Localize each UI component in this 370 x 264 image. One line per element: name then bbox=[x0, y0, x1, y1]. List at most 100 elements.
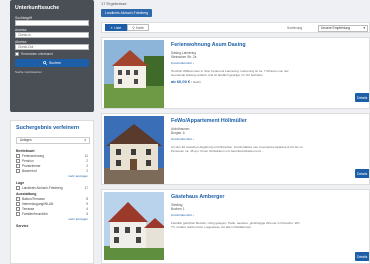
listing-location: Aichdhausen Burgstr. 6 bbox=[171, 127, 369, 135]
price-value: ab 60,00 € bbox=[171, 79, 191, 84]
filter-option-count: 17 bbox=[84, 185, 88, 190]
filter-option-label: Landkreis Aichach-Friedberg bbox=[22, 185, 63, 190]
filter-option-count: 2 bbox=[86, 168, 88, 173]
sort-dropdown[interactable]: Unsere Empfehlung ▾ bbox=[318, 24, 368, 32]
filter-groups: Betriebsart Ferienwohnung 11 Pension 2 Privat… bbox=[16, 149, 88, 228]
listing-photo[interactable] bbox=[104, 192, 164, 260]
search-panel: Unterkunftssuche Suchbegriff Anreise Che… bbox=[10, 0, 94, 112]
filter-sort-value: Anlegen bbox=[20, 138, 32, 142]
list-view-label: Liste bbox=[114, 25, 122, 30]
filter-checkbox[interactable] bbox=[16, 163, 20, 168]
map-view-button[interactable]: ⚲ Karte bbox=[127, 24, 149, 31]
listing-photo[interactable] bbox=[104, 40, 164, 108]
view-toggle: ≡ Liste ⚲ Karte bbox=[105, 24, 149, 31]
departure-input[interactable]: Check-Out bbox=[15, 44, 89, 50]
filter-option-label: Familienfreundlich bbox=[22, 211, 48, 216]
search-button-label: Suchen bbox=[48, 61, 62, 65]
card-body: Ferienwohnung Asum Dasing Dasing-Laimeri… bbox=[171, 42, 369, 84]
filter-option-label: Terrasse bbox=[22, 206, 35, 211]
flexible-dates-label: Reisedaten unbekannt bbox=[21, 52, 53, 56]
flexible-dates-checkbox[interactable] bbox=[15, 52, 19, 56]
filter-option[interactable]: Landkreis Aichach-Friedberg 17 bbox=[16, 185, 88, 190]
filter-option-count: 4 bbox=[86, 206, 88, 211]
sort-label: Sortierung bbox=[287, 26, 303, 30]
filter-option-label: Ferienwohnung bbox=[22, 153, 44, 158]
listing-address: Buchen 1 bbox=[171, 207, 185, 211]
filter-group-title: Service bbox=[16, 224, 29, 228]
listing-title[interactable]: Gästehaus Amberger bbox=[171, 194, 369, 200]
result-card[interactable]: FeWo/Appartement Höllmüller Aichdhausen … bbox=[101, 113, 370, 185]
filter-option[interactable]: Balkon/Terrasse 8 bbox=[16, 196, 88, 201]
filter-checkbox[interactable] bbox=[16, 206, 20, 211]
card-body: FeWo/Appartement Höllmüller Aichdhausen … bbox=[171, 118, 369, 153]
filter-option-count: 2 bbox=[86, 158, 88, 163]
listing-price: ab 60,00 € / Nacht bbox=[171, 79, 369, 84]
filter-panel: Suchergebnis verfeinern Anlegen ▾ Betrie… bbox=[10, 120, 94, 264]
filter-sort-select[interactable]: Anlegen ▾ bbox=[16, 137, 90, 144]
filter-option[interactable]: Privatzimmer 2 bbox=[16, 163, 88, 168]
chevron-down-icon: ▾ bbox=[363, 25, 365, 30]
filter-option[interactable]: Terrasse 4 bbox=[16, 206, 88, 211]
listing-comfort-link[interactable]: Komfortkomfort › bbox=[171, 213, 369, 217]
map-pin-icon: ⚲ bbox=[132, 25, 135, 30]
filter-checkbox[interactable] bbox=[16, 185, 20, 190]
chevron-down-icon: ▾ bbox=[84, 138, 86, 142]
result-card[interactable]: Gästehaus Amberger Sielding Buchen 1 Kom… bbox=[101, 189, 370, 264]
details-button[interactable]: Details bbox=[355, 252, 369, 261]
filter-option[interactable]: Bauernhof 2 bbox=[16, 168, 88, 173]
active-filter-chip[interactable]: Landkreis Aichach-Friedberg bbox=[101, 9, 153, 17]
listing-location: Dasing-Laimering Steinacher Str. 2a bbox=[171, 51, 369, 59]
filter-option[interactable]: Pension 2 bbox=[16, 158, 88, 163]
filter-option-label: Internetzugang/WLAN bbox=[22, 201, 54, 206]
flexible-dates-row[interactable]: Reisedaten unbekannt bbox=[15, 52, 89, 56]
card-body: Gästehaus Amberger Sielding Buchen 1 Kom… bbox=[171, 194, 369, 229]
details-button[interactable]: Details bbox=[355, 93, 369, 102]
listing-description: Familiär geführter Betrieb, ruhig gelege… bbox=[171, 221, 369, 229]
listing-description-line: TV. Großer Garten bzw. Liegewiese mit al… bbox=[171, 225, 252, 229]
listing-address: Steinacher Str. 2a bbox=[171, 55, 197, 59]
filter-option-label: Privatzimmer bbox=[22, 163, 41, 168]
result-card[interactable]: Ferienwohnung Asum Dasing Dasing-Laimeri… bbox=[101, 37, 370, 109]
list-icon: ≡ bbox=[110, 25, 113, 30]
page: Unterkunftssuche Suchbegriff Anreise Che… bbox=[0, 0, 370, 264]
listing-address: Burgstr. 6 bbox=[171, 131, 185, 135]
listing-description-line: Gemeinde Dasing entfernt und ist landlic… bbox=[171, 73, 263, 77]
listing-description: Herzlich Willkommen in Ihrer Ferienunt L… bbox=[171, 69, 369, 77]
reset-search-link[interactable]: Suche zurücksetzen bbox=[15, 70, 89, 74]
filter-option-count: 8 bbox=[86, 196, 88, 201]
listing-photo[interactable] bbox=[104, 116, 164, 184]
filter-checkbox[interactable] bbox=[16, 196, 20, 201]
view-toolbar: ≡ Liste ⚲ Karte Sortierung Unsere Empfeh… bbox=[101, 22, 370, 33]
filter-option-count: 11 bbox=[84, 153, 88, 158]
filter-option-count: 9 bbox=[86, 201, 88, 206]
listing-comfort-link[interactable]: Komfortkomfort › bbox=[171, 137, 369, 141]
map-view-label: Karte bbox=[136, 25, 144, 30]
filter-option[interactable]: Ferienwohnung 11 bbox=[16, 153, 88, 158]
filter-checkbox[interactable] bbox=[16, 201, 20, 206]
filter-checkbox[interactable] bbox=[16, 158, 20, 163]
filter-option[interactable]: Familienfreundlich 5 bbox=[16, 211, 88, 216]
listing-title[interactable]: Ferienwohnung Asum Dasing bbox=[171, 42, 369, 48]
listing-description: An den 40 zwischen Augsburg und München.… bbox=[171, 145, 369, 153]
details-button[interactable]: Details bbox=[355, 169, 369, 178]
search-button[interactable]: Suchen bbox=[15, 59, 89, 67]
filter-checkbox[interactable] bbox=[16, 168, 20, 173]
list-view-button[interactable]: ≡ Liste bbox=[105, 24, 127, 31]
listing-comfort-link[interactable]: Komfortkomfort › bbox=[171, 61, 369, 65]
filter-option-label: Balkon/Terrasse bbox=[22, 196, 45, 201]
show-more-link[interactable]: mehr anzeigen bbox=[16, 174, 88, 178]
filter-checkbox[interactable] bbox=[16, 153, 20, 158]
listing-description-line: Personen ca. 45 qm. Ihnen Schlafraum mit… bbox=[171, 149, 265, 153]
sort-value: Unsere Empfehlung bbox=[321, 25, 351, 30]
filter-option[interactable]: Internetzugang/WLAN 9 bbox=[16, 201, 88, 206]
listing-location: Sielding Buchen 1 bbox=[171, 203, 369, 211]
show-more-link[interactable]: mehr anzeigen bbox=[16, 217, 88, 221]
filter-option-count: 5 bbox=[86, 211, 88, 216]
result-count: 17 Ergebnisse bbox=[101, 1, 127, 6]
price-note: / Nacht bbox=[191, 80, 201, 84]
filter-checkbox[interactable] bbox=[16, 211, 20, 216]
arrival-input[interactable]: Check-In bbox=[15, 32, 89, 38]
filter-title: Suchergebnis verfeinern bbox=[16, 125, 80, 131]
keyword-input[interactable] bbox=[15, 20, 89, 26]
listing-title[interactable]: FeWo/Appartement Höllmüller bbox=[171, 118, 369, 124]
